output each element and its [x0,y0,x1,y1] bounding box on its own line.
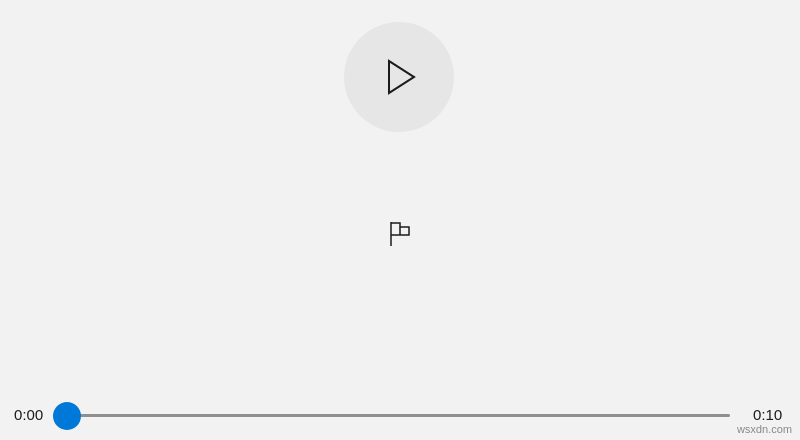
seek-track [67,414,730,417]
play-button[interactable] [344,22,454,132]
total-time-label: 0:10 [753,407,783,424]
add-marker-button[interactable] [384,220,416,252]
flag-icon [389,221,411,252]
seek-slider[interactable] [53,402,730,430]
play-icon [381,59,417,95]
seek-thumb[interactable] [53,402,81,430]
watermark: wsxdn.com [736,424,792,436]
current-time-label: 0:00 [14,407,44,424]
